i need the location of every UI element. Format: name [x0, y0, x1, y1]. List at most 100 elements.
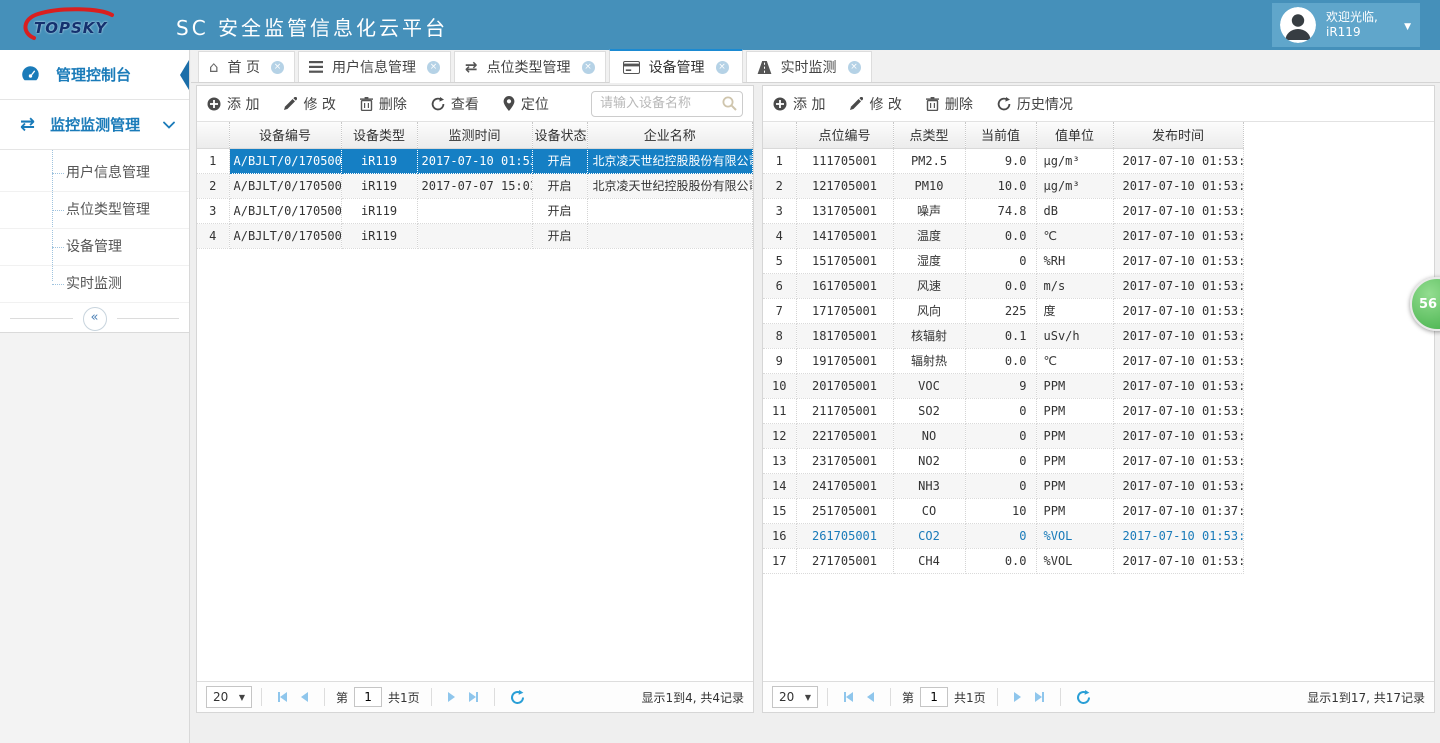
table-row[interactable]: 12221705001NO0PPM2017-07-10 01:53:21 [763, 423, 1243, 448]
table-cell: 2017-07-10 01:53:22 [1113, 198, 1243, 223]
page-number-input[interactable] [920, 687, 948, 707]
score-badge-value: 56 [1419, 297, 1437, 312]
tab-label: 设备管理 [649, 57, 705, 77]
monitor-panel: 添 加 修 改 删除 历史情况 [762, 85, 1435, 713]
page-size-select[interactable]: 20 ▼ [772, 686, 818, 708]
table-row[interactable]: 16261705001CO20%VOL2017-07-10 01:53:22 [763, 523, 1243, 548]
table-cell: 15 [763, 498, 796, 523]
tab-realtime[interactable]: 实时监测 × [746, 51, 872, 82]
column-header[interactable]: 发布时间 [1113, 122, 1243, 148]
column-header[interactable]: 值单位 [1036, 122, 1113, 148]
search-icon[interactable] [722, 96, 737, 115]
close-icon[interactable]: × [271, 61, 284, 74]
view-button[interactable]: 查看 [431, 94, 479, 114]
add-button-label: 添 加 [227, 94, 259, 114]
table-row[interactable]: 14241705001NH30PPM2017-07-10 01:53:21 [763, 473, 1243, 498]
table-row[interactable]: 4A/BJLT/0/1705004iR119开启 [197, 223, 753, 248]
table-cell: uSv/h [1036, 323, 1113, 348]
pager-last-button[interactable] [1035, 692, 1044, 702]
table-row[interactable]: 8181705001核辐射0.1uSv/h2017-07-10 01:53:21 [763, 323, 1243, 348]
table-row[interactable]: 9191705001辐射热0.0℃2017-07-10 01:53:21 [763, 348, 1243, 373]
column-header[interactable]: 设备状态 [532, 122, 587, 148]
sidebar-collapse-button[interactable]: « [0, 305, 189, 333]
pager-next-button[interactable] [1014, 692, 1021, 702]
table-cell: 2017-07-07 15:03:05 [417, 173, 532, 198]
pager-refresh-button[interactable] [510, 690, 525, 705]
table-row[interactable]: 1A/BJLT/0/1705001iR1192017-07-10 01:53:2… [197, 148, 753, 173]
sidebar-item-user-info[interactable]: 用户信息管理 [0, 155, 189, 192]
table-row[interactable]: 15251705001CO10PPM2017-07-10 01:37:01 [763, 498, 1243, 523]
column-header[interactable]: 监测时间 [417, 122, 532, 148]
table-cell: 开启 [532, 198, 587, 223]
column-header[interactable]: 点位编号 [796, 122, 893, 148]
user-menu[interactable]: 欢迎光临, iR119 ▼ [1272, 3, 1420, 47]
table-row[interactable]: 5151705001湿度0%RH2017-07-10 01:53:22 [763, 248, 1243, 273]
table-cell: 2017-07-10 01:53:21 [1113, 173, 1243, 198]
table-cell: 191705001 [796, 348, 893, 373]
close-icon[interactable]: × [848, 61, 861, 74]
locate-button[interactable]: 定位 [503, 94, 549, 114]
table-cell: iR119 [341, 173, 417, 198]
table-cell: PPM [1036, 448, 1113, 473]
table-row[interactable]: 2121705001PM1010.0μg/m³2017-07-10 01:53:… [763, 173, 1243, 198]
table-row[interactable]: 1111705001PM2.59.0μg/m³2017-07-10 01:53:… [763, 148, 1243, 173]
column-header[interactable]: 设备类型 [341, 122, 417, 148]
pager-first-button[interactable] [278, 692, 287, 702]
table-row[interactable]: 3A/BJLT/0/1705003iR119开启 [197, 198, 753, 223]
search-input[interactable] [591, 91, 743, 117]
table-row[interactable]: 6161705001风速0.0m/s2017-07-10 01:53:21 [763, 273, 1243, 298]
table-cell [417, 198, 532, 223]
add-button[interactable]: 添 加 [207, 94, 259, 114]
table-cell: 251705001 [796, 498, 893, 523]
table-row[interactable]: 3131705001噪声74.8dB2017-07-10 01:53:22 [763, 198, 1243, 223]
close-icon[interactable]: × [582, 61, 595, 74]
sidebar-item-realtime[interactable]: 实时监测 [0, 266, 189, 303]
pager-prev-button[interactable] [301, 692, 308, 702]
tab-user-info[interactable]: 用户信息管理 × [298, 51, 451, 82]
column-header-rownum[interactable] [763, 122, 796, 148]
close-icon[interactable]: × [427, 61, 440, 74]
column-header[interactable]: 企业名称 [587, 122, 753, 148]
column-header[interactable]: 点类型 [893, 122, 965, 148]
pager-next-button[interactable] [448, 692, 455, 702]
edit-button[interactable]: 修 改 [283, 94, 335, 114]
pager-first-button[interactable] [844, 692, 853, 702]
table-row[interactable]: 2A/BJLT/0/1705002iR1192017-07-07 15:03:0… [197, 173, 753, 198]
table-row[interactable]: 4141705001温度0.0℃2017-07-10 01:53:22 [763, 223, 1243, 248]
history-button[interactable]: 历史情况 [997, 94, 1073, 114]
table-cell: 核辐射 [893, 323, 965, 348]
delete-button[interactable]: 删除 [926, 94, 973, 114]
device-card-icon [623, 61, 640, 74]
column-header-rownum[interactable] [197, 122, 229, 148]
pager-refresh-button[interactable] [1076, 690, 1091, 705]
sidebar-item-point-type[interactable]: 点位类型管理 [0, 192, 189, 229]
table-row[interactable]: 10201705001VOC9PPM2017-07-10 01:53:22 [763, 373, 1243, 398]
page-size-select[interactable]: 20 ▼ [206, 686, 252, 708]
pager-last-button[interactable] [469, 692, 478, 702]
add-button[interactable]: 添 加 [773, 94, 825, 114]
sidebar-item-device-mgmt[interactable]: 设备管理 [0, 229, 189, 266]
record-summary: 显示1到17, 共17记录 [1307, 689, 1425, 706]
table-row[interactable]: 13231705001NO20PPM2017-07-10 01:53:22 [763, 448, 1243, 473]
close-icon[interactable]: × [716, 61, 729, 74]
table-row[interactable]: 17271705001CH40.0%VOL2017-07-10 01:53:21 [763, 548, 1243, 573]
sidebar-item-console[interactable]: 管理控制台 [0, 50, 189, 100]
tab-point-type[interactable]: ⇄ 点位类型管理 × [454, 51, 606, 82]
divider [890, 688, 891, 706]
table-row[interactable]: 11211705001SO20PPM2017-07-10 01:53:22 [763, 398, 1243, 423]
welcome-line1: 欢迎光临, [1326, 10, 1378, 24]
sidebar-item-monitor-mgmt[interactable]: ⇄ 监控监测管理 [0, 100, 189, 150]
tab-home[interactable]: ⌂ 首 页 × [198, 51, 295, 82]
delete-button[interactable]: 删除 [360, 94, 407, 114]
page-number-input[interactable] [354, 687, 382, 707]
table-row[interactable]: 7171705001风向225度2017-07-10 01:53:21 [763, 298, 1243, 323]
tab-device-mgmt[interactable]: 设备管理 × [609, 49, 743, 83]
column-header[interactable]: 当前值 [965, 122, 1036, 148]
chevron-down-icon [163, 121, 175, 129]
pager-prev-button[interactable] [867, 692, 874, 702]
edit-button[interactable]: 修 改 [849, 94, 901, 114]
column-header[interactable]: 设备编号 [229, 122, 341, 148]
table-cell: 2017-07-10 01:53:21 [1113, 298, 1243, 323]
table-cell: 1 [197, 148, 229, 173]
device-toolbar: 添 加 修 改 删除 查看 定位 [197, 86, 753, 122]
